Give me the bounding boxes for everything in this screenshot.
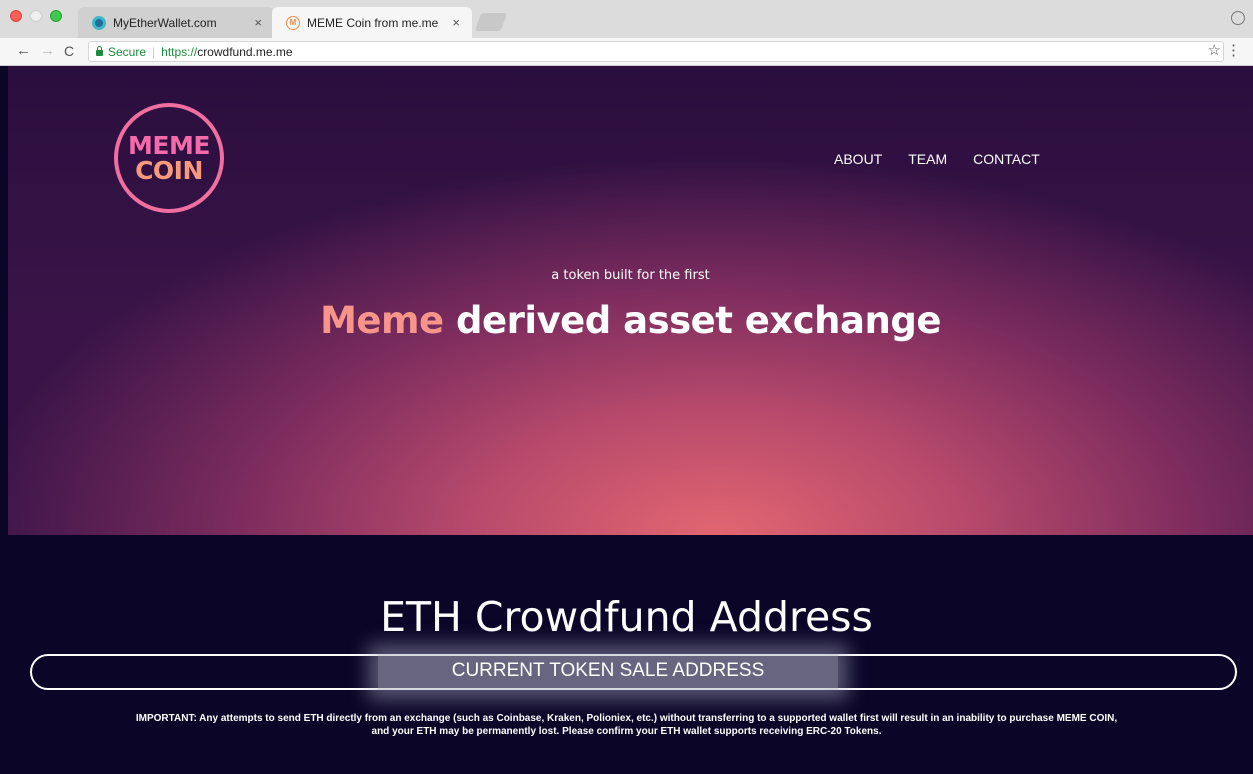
meme-coin-favicon-icon: M (286, 15, 300, 30)
headline-accent: Meme (320, 299, 444, 342)
zoom-window-button[interactable] (50, 10, 62, 22)
address-bar[interactable]: Secure | https:// crowdfund.me.me (88, 41, 1224, 62)
url-host: crowdfund.me.me (197, 44, 293, 59)
url-scheme: https:// (161, 44, 198, 59)
notice-line-2: and your ETH may be permanently lost. Pl… (371, 726, 882, 737)
secure-label: Secure (108, 44, 147, 59)
headline-rest: derived asset exchange (443, 299, 941, 342)
main-nav: ABOUT TEAM CONTACT (834, 151, 1066, 167)
lock-icon (96, 46, 103, 56)
myetherwallet-favicon-icon (92, 15, 106, 30)
logo-text-coin: COIN (135, 156, 203, 185)
nav-about-link[interactable]: ABOUT (834, 151, 882, 167)
hero-headline: Meme derived asset exchange (8, 299, 1253, 342)
browser-toolbar: ← → C Secure | https:// crowdfund.me.me … (0, 38, 1253, 66)
close-window-button[interactable] (10, 10, 22, 22)
browser-tab-strip: MyEtherWallet.com × M MEME Coin from me.… (0, 0, 1253, 38)
hero-section: MEME COIN ABOUT TEAM CONTACT a token bui… (8, 66, 1253, 535)
meme-coin-logo[interactable]: MEME COIN (114, 103, 224, 213)
new-tab-button[interactable] (474, 13, 508, 31)
browser-menu-icon[interactable]: ⋮ (1226, 41, 1241, 61)
url-separator: | (152, 44, 156, 59)
close-tab-icon[interactable]: × (254, 15, 262, 30)
token-sale-address-label: CURRENT TOKEN SALE ADDRESS (378, 654, 838, 690)
tab-title: MEME Coin from me.me (307, 15, 439, 30)
tab-meme-coin[interactable]: M MEME Coin from me.me × (272, 7, 472, 38)
tab-title: MyEtherWallet.com (113, 15, 217, 30)
nav-team-link[interactable]: TEAM (908, 151, 947, 167)
tab-myetherwallet[interactable]: MyEtherWallet.com × (78, 7, 274, 38)
important-notice: IMPORTANT: Any attempts to send ETH dire… (100, 712, 1153, 738)
bookmark-star-icon[interactable]: ☆ (1208, 41, 1221, 61)
minimize-window-button[interactable] (30, 10, 42, 22)
profile-icon[interactable] (1231, 11, 1245, 25)
forward-arrow-icon[interactable]: → (40, 41, 55, 61)
close-tab-icon[interactable]: × (452, 15, 460, 30)
back-arrow-icon[interactable]: ← (16, 41, 31, 61)
crowdfund-title: ETH Crowdfund Address (380, 593, 873, 641)
notice-line-1: IMPORTANT: Any attempts to send ETH dire… (135, 713, 1118, 724)
reload-icon[interactable]: C (64, 41, 74, 61)
logo-text-meme: MEME (128, 131, 210, 160)
hero-tagline: a token built for the first (551, 268, 710, 283)
nav-contact-link[interactable]: CONTACT (973, 151, 1040, 167)
